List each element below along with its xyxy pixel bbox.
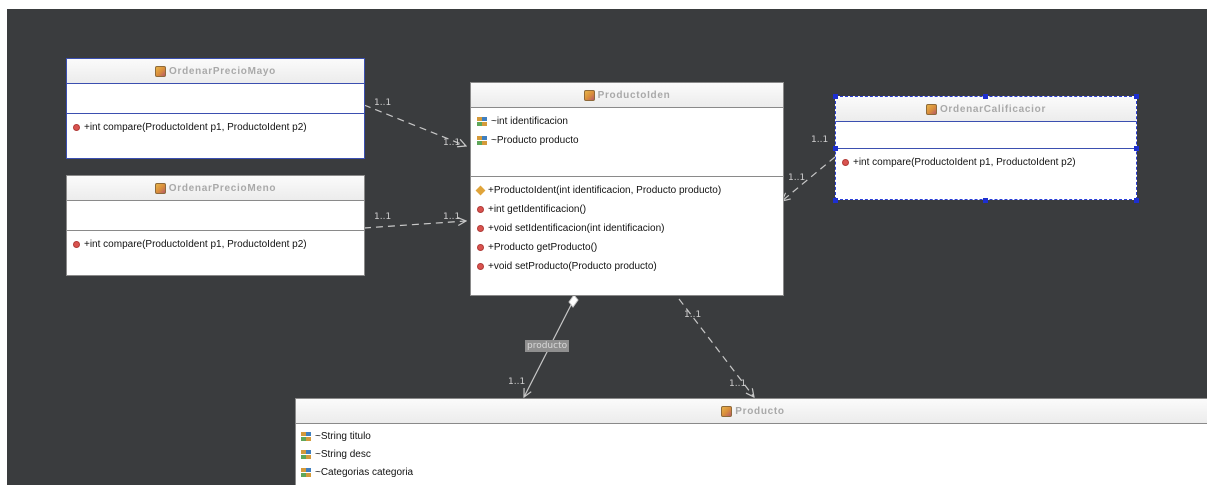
class-header: OrdenarPrecioMayo — [67, 59, 364, 84]
field-icon — [477, 136, 487, 145]
method-icon — [73, 124, 80, 131]
resize-handle-nw[interactable] — [833, 94, 838, 99]
method-icon — [477, 225, 484, 232]
field-icon — [301, 449, 311, 459]
multiplicity-label: 1..1 — [508, 377, 526, 387]
class-icon — [583, 89, 595, 101]
attribute-text: ~Producto producto — [491, 135, 579, 146]
class-header: ProductoIden — [471, 83, 783, 108]
method-icon — [477, 263, 484, 270]
attribute-text: ~Categorias categoria — [315, 466, 414, 478]
class-ordenar-precio-mayor[interactable]: OrdenarPrecioMayo +int compare(ProductoI… — [66, 58, 365, 159]
operations-compartment: +ProductoIdent(int identificacion, Produ… — [471, 177, 783, 276]
resize-handle-e[interactable] — [1134, 146, 1139, 151]
operations-compartment: +int compare(ProductoIdent p1, ProductoI… — [67, 231, 364, 254]
multiplicity-label: 1..1 — [729, 379, 747, 389]
attribute-row[interactable]: ~Producto producto — [471, 131, 783, 150]
multiplicity-label: 1..1 — [811, 135, 829, 145]
class-name: Producto — [735, 405, 785, 417]
method-icon — [477, 244, 484, 251]
attribute-row[interactable]: ~int identificacion — [471, 112, 783, 131]
class-name: OrdenarPrecioMayo — [169, 65, 276, 77]
association-role-label[interactable]: producto — [525, 340, 570, 352]
multiplicity-label: 1..1 — [374, 98, 392, 108]
attributes-compartment: ~String titulo ~String desc ~Categorias … — [296, 424, 1207, 481]
method-icon — [73, 241, 80, 248]
operation-row[interactable]: +int getIdentificacion() — [471, 200, 783, 219]
class-icon — [155, 65, 167, 77]
operation-row[interactable]: +void setProducto(Producto producto) — [471, 257, 783, 276]
class-icon — [925, 103, 937, 115]
operation-text: +void setProducto(Producto producto) — [488, 261, 657, 272]
operation-text: +int compare(ProductoIdent p1, ProductoI… — [853, 157, 1076, 168]
attributes-compartment — [836, 122, 1136, 149]
attribute-text: ~int identificacion — [491, 116, 568, 127]
resize-handle-s[interactable] — [983, 198, 988, 203]
class-ordenar-precio-menor[interactable]: OrdenarPrecioMeno +int compare(ProductoI… — [66, 175, 365, 276]
resize-handle-n[interactable] — [983, 94, 988, 99]
attribute-text: ~String desc — [315, 448, 371, 460]
field-icon — [301, 431, 311, 441]
class-ordenar-calificacion[interactable]: OrdenarCalificacior +int compare(Product… — [835, 96, 1137, 200]
multiplicity-label: 1..1 — [788, 173, 806, 183]
diagram-canvas[interactable]: OrdenarPrecioMayo +int compare(ProductoI… — [7, 9, 1207, 485]
resize-handle-se[interactable] — [1134, 198, 1139, 203]
attribute-row[interactable]: ~String desc — [296, 445, 1207, 463]
constructor-icon — [475, 185, 486, 196]
method-icon — [842, 159, 849, 166]
dependency-menor-to-ident[interactable] — [363, 221, 466, 229]
operation-row[interactable]: +int compare(ProductoIdent p1, ProductoI… — [67, 235, 364, 254]
multiplicity-label: 1..1 — [443, 138, 461, 148]
constructor-text: +ProductoIdent(int identificacion, Produ… — [488, 185, 722, 196]
operation-row[interactable]: +int compare(ProductoIdent p1, ProductoI… — [836, 153, 1136, 172]
multiplicity-label: 1..1 — [684, 310, 702, 320]
class-icon — [154, 182, 166, 194]
operation-text: +int getIdentificacion() — [488, 204, 587, 215]
class-icon — [721, 405, 733, 417]
class-header: OrdenarCalificacior — [836, 97, 1136, 122]
attribute-row[interactable]: ~Categorias categoria — [296, 463, 1207, 481]
field-icon — [301, 467, 311, 477]
class-name: ProductoIden — [597, 89, 671, 101]
field-icon — [477, 117, 487, 126]
attributes-compartment — [67, 84, 364, 114]
constructor-row[interactable]: +ProductoIdent(int identificacion, Produ… — [471, 181, 783, 200]
operation-row[interactable]: +void setIdentificacion(int identificaci… — [471, 219, 783, 238]
operation-row[interactable]: +Producto getProducto() — [471, 238, 783, 257]
attributes-compartment — [67, 201, 364, 231]
class-producto[interactable]: Producto ~String titulo ~String desc ~Ca… — [295, 398, 1207, 485]
attribute-row[interactable]: ~String titulo — [296, 427, 1207, 445]
class-header: Producto — [296, 399, 1207, 424]
class-header: OrdenarPrecioMeno — [67, 176, 364, 201]
resize-handle-ne[interactable] — [1134, 94, 1139, 99]
resize-handle-w[interactable] — [833, 146, 838, 151]
class-producto-ident[interactable]: ProductoIden ~int identificacion ~Produc… — [470, 82, 784, 296]
operation-row[interactable]: +int compare(ProductoIdent p1, ProductoI… — [67, 118, 364, 137]
operation-text: +int compare(ProductoIdent p1, ProductoI… — [84, 239, 307, 250]
operations-compartment: +int compare(ProductoIdent p1, ProductoI… — [67, 114, 364, 137]
class-name: OrdenarCalificacior — [939, 103, 1047, 115]
attribute-text: ~String titulo — [315, 430, 371, 442]
class-name: OrdenarPrecioMeno — [168, 182, 277, 194]
operation-text: +Producto getProducto() — [488, 242, 598, 253]
attributes-compartment: ~int identificacion ~Producto producto — [471, 108, 783, 177]
operations-compartment: +int compare(ProductoIdent p1, ProductoI… — [836, 149, 1136, 172]
resize-handle-sw[interactable] — [833, 198, 838, 203]
method-icon — [477, 206, 484, 213]
operation-text: +int compare(ProductoIdent p1, ProductoI… — [84, 122, 307, 133]
multiplicity-label: 1..1 — [443, 212, 461, 222]
multiplicity-label: 1..1 — [374, 212, 392, 222]
operation-text: +void setIdentificacion(int identificaci… — [488, 223, 665, 234]
